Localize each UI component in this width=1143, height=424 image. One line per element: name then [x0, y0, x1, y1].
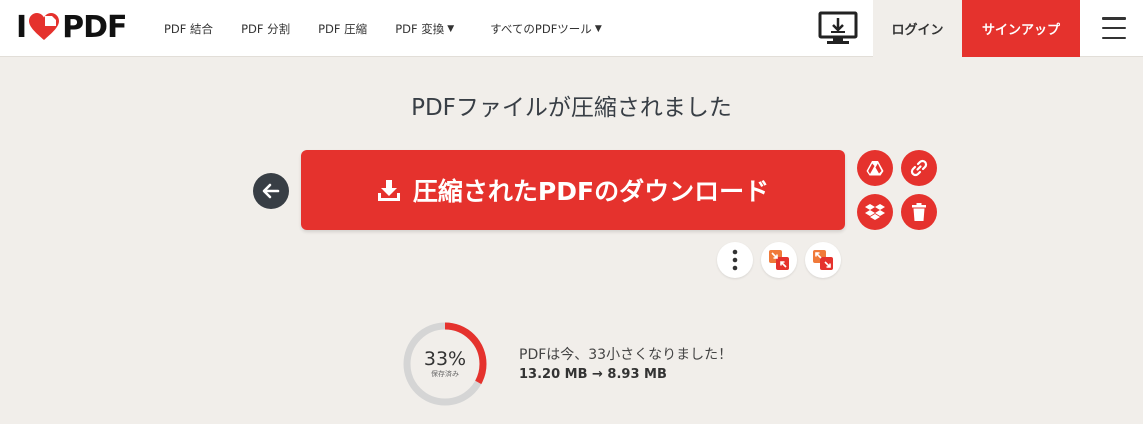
share-link-button[interactable]	[901, 150, 937, 186]
saved-label: 保存済み	[431, 370, 459, 378]
trash-icon	[912, 203, 926, 221]
desktop-download-icon	[818, 11, 858, 44]
progress-ring-label: 33% 保存済み	[402, 348, 488, 379]
link-icon	[910, 159, 928, 177]
more-vertical-icon	[732, 249, 738, 271]
hamburger-icon-line	[1102, 26, 1126, 30]
result-message: PDFは今、33小さくなりました！	[519, 347, 733, 363]
save-to-google-drive-button[interactable]	[857, 150, 893, 186]
nav-split-pdf[interactable]: PDF 分割	[241, 21, 290, 37]
main-nav: PDF 結合 PDF 分割 PDF 圧縮 PDF 変換 ▼ すべてのPDFツール ▼	[164, 0, 630, 57]
nav-convert-pdf[interactable]: PDF 変換 ▼	[395, 21, 454, 37]
logo-text-left: I	[16, 9, 27, 45]
page-title: PDFファイルが圧縮されました	[411, 95, 732, 121]
logo-text-right: PDF	[62, 9, 127, 45]
more-options-button[interactable]	[717, 242, 753, 278]
nav-label: PDF 分割	[241, 21, 291, 36]
signup-button[interactable]: サインアップ	[962, 0, 1080, 57]
arrow-left-icon	[262, 183, 280, 199]
login-button[interactable]: ログイン	[873, 0, 962, 57]
nav-label: PDF 圧縮	[318, 21, 368, 36]
resize-tool-button[interactable]	[805, 242, 841, 278]
google-drive-icon	[866, 161, 884, 176]
back-button[interactable]	[253, 173, 289, 209]
nav-merge-pdf[interactable]: PDF 結合	[164, 21, 213, 37]
hamburger-icon-line	[1102, 17, 1126, 20]
ilovepdf-logo[interactable]: I PDF	[16, 9, 128, 45]
top-header: I PDF PDF 結合 PDF 分割 PDF 圧縮 PDF 変換 ▼ すべてのP…	[0, 0, 1143, 57]
delete-button[interactable]	[901, 194, 937, 230]
caret-down-icon: ▼	[447, 23, 455, 34]
desktop-download-button[interactable]	[814, 8, 862, 48]
compress-tool-button[interactable]	[761, 242, 797, 278]
download-label: 圧縮されたPDFのダウンロード	[412, 177, 770, 206]
hamburger-icon-line	[1102, 36, 1126, 39]
file-size-change: 13.20 MB → 8.93 MB	[519, 367, 667, 382]
resize-tool-icon	[813, 250, 833, 270]
download-compressed-pdf-button[interactable]: 圧縮されたPDFのダウンロード	[301, 150, 845, 230]
compress-tool-icon	[769, 250, 789, 270]
saved-percent: 33%	[423, 348, 467, 370]
save-to-dropbox-button[interactable]	[857, 194, 893, 230]
nav-compress-pdf[interactable]: PDF 圧縮	[318, 21, 367, 37]
download-icon	[377, 180, 400, 201]
nav-label: すべてのPDFツール	[490, 21, 592, 36]
hamburger-menu-button[interactable]	[1098, 14, 1130, 42]
nav-label: PDF 変換	[395, 21, 445, 36]
caret-down-icon: ▼	[594, 23, 602, 34]
heart-logo-icon	[29, 13, 60, 40]
dropbox-icon	[865, 204, 885, 220]
nav-label: PDF 結合	[164, 21, 214, 36]
nav-all-pdf-tools[interactable]: すべてのPDFツール ▼	[490, 21, 602, 37]
